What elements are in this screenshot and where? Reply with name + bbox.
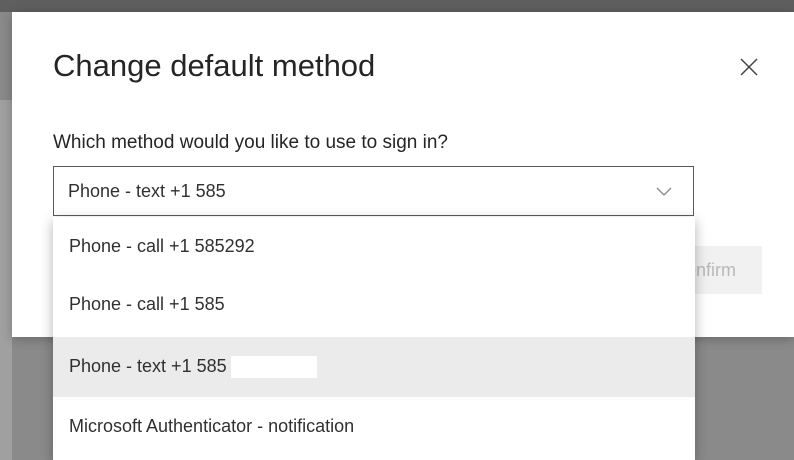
method-dropdown-list: Phone - call +1 585292 Phone - call +1 5… [53,217,695,460]
dropdown-option-label: Phone - call +1 585292 [69,236,255,256]
page-backdrop-top [0,0,794,12]
dropdown-option[interactable]: Phone - call +1 585 [53,275,695,333]
dropdown-option-label: Phone - call +1 585 [69,294,225,314]
dropdown-option[interactable]: Phone - call +1 585292 [53,217,695,275]
redaction-box [228,294,315,317]
dropdown-option[interactable]: Microsoft Authenticator - notification [53,397,695,455]
chevron-down-icon [656,187,672,196]
dropdown-option-label: Phone - text +1 585 [69,356,227,376]
dropdown-option-label: Microsoft Authenticator - notification [69,416,355,436]
redaction-box [258,236,345,259]
close-icon [740,58,758,76]
close-button[interactable] [734,52,764,82]
method-select-value: Phone - text +1 585 [68,181,304,203]
dialog-title: Change default method [53,48,376,83]
select-value-text: Phone - text +1 585 [68,181,226,201]
redaction-box [230,356,317,379]
dropdown-option-selected[interactable]: Phone - text +1 585 [53,337,695,397]
method-select[interactable]: Phone - text +1 585 [53,166,694,216]
redaction-box [225,182,304,203]
page-backdrop-left [0,100,12,460]
question-label: Which method would you like to use to si… [53,132,448,153]
